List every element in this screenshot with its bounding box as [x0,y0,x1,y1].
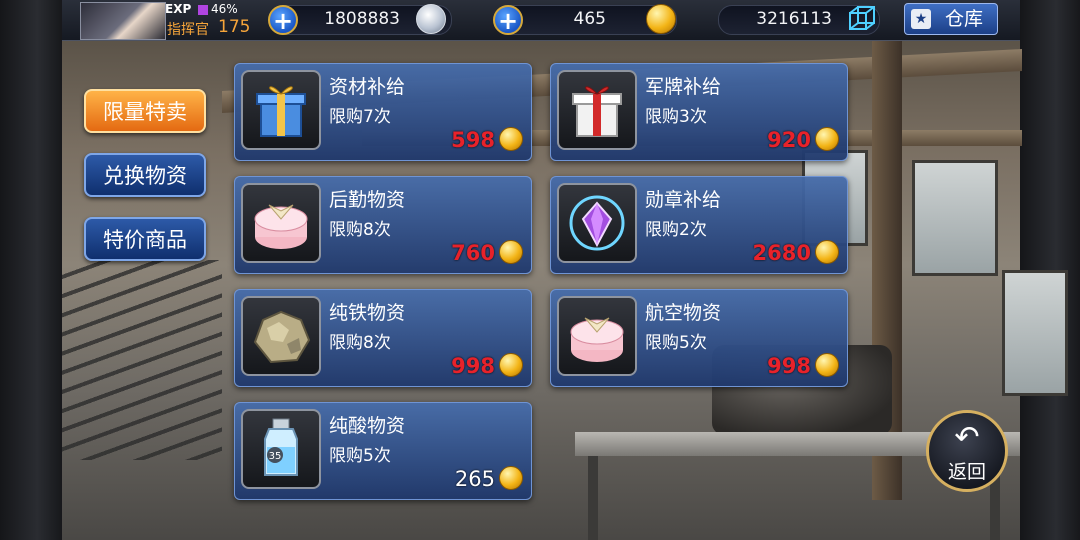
commander-label: 指挥官 [167,22,209,38]
gold-coin-icon [815,127,839,151]
item-price: 998 [451,354,495,378]
tab-limited-sale[interactable]: 限量特卖 [84,89,206,133]
item-limit: 限购3次 [645,107,707,127]
gold-coin-icon [499,240,523,264]
shop-item-card[interactable]: 勋章补给 限购2次 2680 [550,176,848,274]
back-label: 返回 [947,461,986,483]
gold-coin-icon [499,353,523,377]
item-limit: 限购8次 [329,220,391,240]
gold-coin-icon [499,466,523,490]
gold-coin-icon [815,353,839,377]
acid-bottle-icon: 35 [241,409,321,489]
gold-amount: 465 [573,9,606,29]
item-name: 军牌补给 [645,76,722,98]
commander-avatar[interactable] [80,2,166,40]
item-limit: 限购5次 [329,446,391,466]
gold-coin-icon [815,240,839,264]
crystal-amount: 3216113 [756,9,832,29]
back-arrow-icon: ↶ [954,420,980,455]
item-price: 2680 [752,241,811,265]
shop-item-card[interactable]: 35 纯酸物资 限购5次 265 [234,402,532,500]
shop-item-card[interactable]: 后勤物资 限购8次 760 [234,176,532,274]
blue-gift-box-icon [241,70,321,150]
gold-coin-icon [646,4,676,34]
shop-item-card[interactable]: 资材补给 限购7次 598 [234,63,532,161]
iron-ore-icon [241,296,321,376]
shop-item-card[interactable]: 航空物资 限购5次 998 [550,289,848,387]
item-name: 纯酸物资 [329,415,406,437]
storage-label: 仓库 [945,8,984,30]
red-gift-box-icon [557,70,637,150]
item-price: 998 [767,354,811,378]
back-button[interactable]: ↶ 返回 [926,410,1008,492]
exp-progress-bar [198,5,208,15]
storage-button[interactable]: ★ 仓库 [904,3,998,35]
item-limit: 限购5次 [645,333,707,353]
tab-exchange-supplies[interactable]: 兑换物资 [84,153,206,197]
silver-amount: 1808883 [324,9,400,29]
item-price: 598 [451,128,495,152]
exp-label: EXP [165,2,192,16]
silver-coin-icon [416,4,446,34]
item-price: 760 [451,241,495,265]
add-gold-button[interactable]: + [493,5,523,35]
game-screen: EXP 46% 指挥官 175 + 1808883 + 465 3216113 … [0,0,1080,540]
item-price: 265 [454,467,495,491]
shop-item-card[interactable]: 纯铁物资 限购8次 998 [234,289,532,387]
item-name: 资材补给 [329,76,406,98]
item-name: 后勤物资 [329,189,406,211]
item-name: 纯铁物资 [329,302,406,324]
tab-special-goods[interactable]: 特价商品 [84,217,206,261]
add-silver-button[interactable]: + [268,5,298,35]
crystal-cube-icon [849,6,875,30]
shop-item-card[interactable]: 军牌补给 限购3次 920 [550,63,848,161]
pink-cake-box-icon [557,296,637,376]
purple-medal-icon [557,183,637,263]
exp-percent: 46% [211,2,238,16]
storage-icon: ★ [911,9,931,29]
commander-level: 175 [218,17,251,37]
staircase [62,260,222,460]
item-name: 勋章补给 [645,189,722,211]
bottle-label: 35 [269,451,282,462]
item-price: 920 [767,128,811,152]
gold-coin-icon [499,127,523,151]
item-limit: 限购2次 [645,220,707,240]
item-limit: 限购8次 [329,333,391,353]
pink-cake-box-icon [241,183,321,263]
item-limit: 限购7次 [329,107,391,127]
item-name: 航空物资 [645,302,722,324]
left-letterbox [0,0,62,540]
